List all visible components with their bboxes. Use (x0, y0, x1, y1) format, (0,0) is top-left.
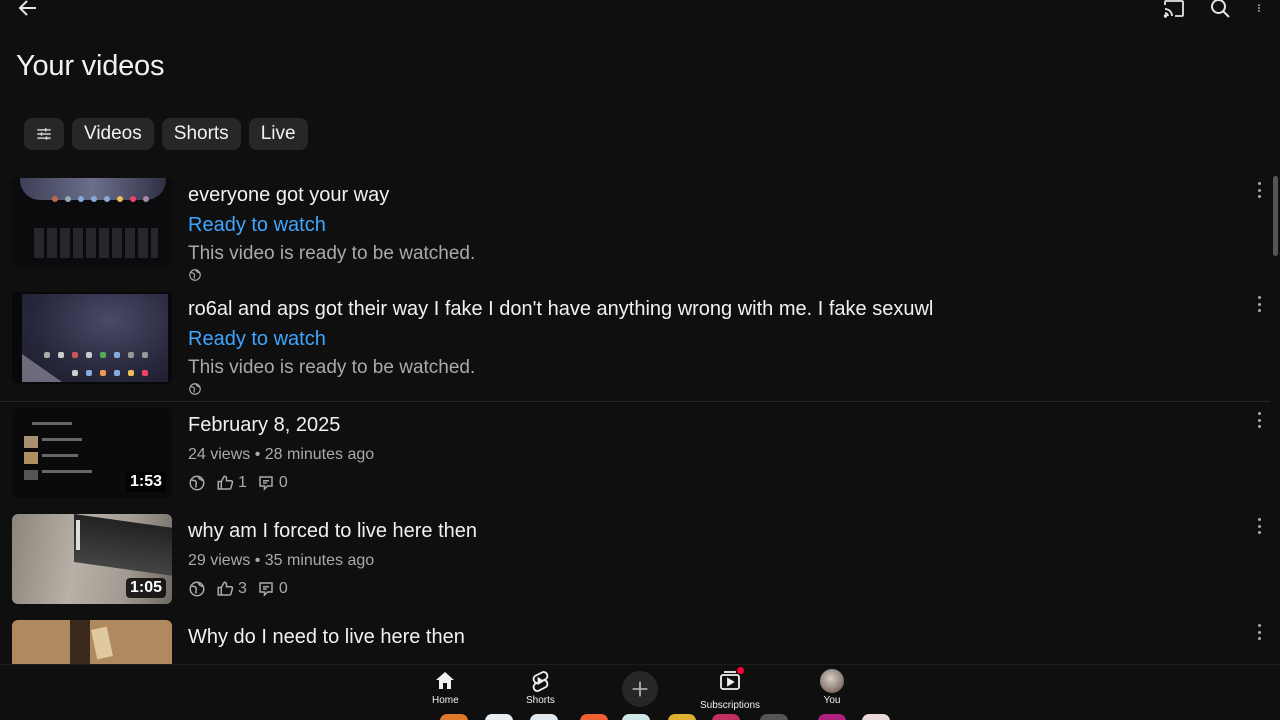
video-stats: 1 0 (188, 470, 1210, 496)
filter-button[interactable] (24, 118, 64, 150)
top-actions (1162, 0, 1264, 20)
video-title[interactable]: everyone got your way (188, 182, 1210, 208)
top-bar (0, 0, 1280, 22)
video-meta: 24 views • 28 minutes ago (188, 446, 375, 463)
thumbs-up-icon (217, 581, 234, 596)
video-options-button[interactable] (1254, 294, 1264, 314)
avatar (820, 669, 844, 693)
dock-app-icon[interactable] (712, 714, 740, 720)
dock-app-icon[interactable] (862, 714, 890, 720)
filter-sliders-icon (37, 128, 51, 140)
video-options-button[interactable] (1254, 622, 1264, 642)
more-vert-icon[interactable] (1254, 0, 1264, 20)
nav-label: Shorts (526, 695, 555, 706)
create-button[interactable] (622, 671, 658, 707)
nav-label: Subscriptions (700, 700, 761, 711)
dock-app-icon[interactable] (580, 714, 608, 720)
video-thumbnail[interactable] (12, 292, 172, 384)
video-info: everyone got your way Ready to watch Thi… (188, 182, 1210, 287)
comments-stat: 0 (257, 474, 288, 492)
video-duration: 1:05 (125, 578, 166, 598)
nav-you[interactable]: You (820, 669, 844, 706)
video-row[interactable]: everyone got your way Ready to watch Thi… (0, 178, 1270, 288)
plus-icon (632, 681, 648, 697)
nav-label: Home (432, 695, 459, 706)
dock-app-icon[interactable] (530, 714, 558, 720)
video-status: Ready to watch (188, 328, 326, 350)
chip-videos[interactable]: Videos (72, 118, 154, 150)
nav-subscriptions[interactable]: Subscriptions (700, 667, 761, 711)
comments-stat: 0 (257, 580, 288, 598)
likes-stat: 3 (216, 580, 247, 598)
back-arrow-icon[interactable] (16, 0, 40, 20)
video-title[interactable]: ro6al and aps got their way I fake I don… (188, 296, 1210, 322)
scrollbar[interactable] (1273, 176, 1278, 256)
section-divider (0, 401, 1270, 402)
likes-count: 1 (238, 474, 247, 491)
chip-shorts[interactable]: Shorts (161, 118, 241, 150)
home-icon (436, 672, 455, 689)
chip-live[interactable]: Live (248, 118, 308, 150)
video-status: Ready to watch (188, 214, 326, 236)
dock-app-icon[interactable] (760, 714, 788, 720)
globe-icon (189, 269, 201, 281)
comments-count: 0 (278, 474, 288, 491)
video-row[interactable]: Why do I need to live here then (0, 620, 1270, 664)
video-info: February 8, 2025 24 views • 28 minutes a… (188, 412, 1210, 496)
comment-icon (259, 582, 273, 597)
dock-app-icon[interactable] (440, 714, 468, 720)
dock-app-icon[interactable] (668, 714, 696, 720)
nav-shorts[interactable]: Shorts (526, 669, 555, 706)
comment-icon (259, 476, 273, 491)
comments-count: 0 (278, 580, 288, 597)
video-options-button[interactable] (1254, 516, 1264, 536)
likes-stat: 1 (216, 474, 247, 492)
notification-dot (737, 667, 745, 674)
video-list: everyone got your way Ready to watch Thi… (0, 172, 1270, 664)
video-meta: 29 views • 35 minutes ago (188, 552, 375, 569)
your-videos-screen: Your videos Videos Shorts Live everyone … (0, 0, 1280, 720)
video-duration: 1:53 (125, 472, 166, 492)
video-info: why am I forced to live here then 29 vie… (188, 518, 1210, 602)
video-stats: 3 0 (188, 576, 1210, 602)
dock-app-icon[interactable] (818, 714, 846, 720)
globe-icon (189, 581, 205, 597)
thumbs-up-icon (217, 475, 234, 490)
video-thumbnail[interactable] (12, 178, 172, 266)
video-title[interactable]: Why do I need to live here then (188, 624, 1210, 650)
video-thumbnail[interactable]: 1:05 (12, 514, 172, 604)
video-thumbnail[interactable]: 1:53 (12, 408, 172, 498)
page-title: Your videos (16, 50, 165, 82)
globe-icon (189, 383, 201, 395)
system-dock (0, 712, 1280, 720)
video-options-button[interactable] (1254, 180, 1264, 200)
video-status-description: This video is ready to be watched. (188, 357, 476, 378)
nav-home[interactable]: Home (432, 669, 459, 706)
video-title[interactable]: February 8, 2025 (188, 412, 1210, 438)
filter-chips: Videos Shorts Live (24, 118, 308, 150)
video-info: ro6al and aps got their way I fake I don… (188, 296, 1210, 401)
video-thumbnail[interactable] (12, 620, 172, 664)
likes-count: 3 (238, 580, 247, 597)
video-row[interactable]: 1:05 why am I forced to live here then 2… (0, 514, 1270, 614)
nav-label: You (823, 695, 841, 706)
search-icon[interactable] (1208, 0, 1232, 20)
video-row[interactable]: ro6al and aps got their way I fake I don… (0, 292, 1270, 400)
dock-app-icon[interactable] (485, 714, 513, 720)
globe-icon (189, 475, 205, 491)
dock-app-icon[interactable] (622, 714, 650, 720)
video-info: Why do I need to live here then (188, 624, 1210, 650)
shorts-icon (533, 671, 549, 692)
cast-icon[interactable] (1162, 0, 1186, 20)
video-status-description: This video is ready to be watched. (188, 243, 476, 264)
video-row[interactable]: 1:53 February 8, 2025 24 views • 28 minu… (0, 408, 1270, 508)
video-title[interactable]: why am I forced to live here then (188, 518, 1210, 544)
video-options-button[interactable] (1254, 410, 1264, 430)
